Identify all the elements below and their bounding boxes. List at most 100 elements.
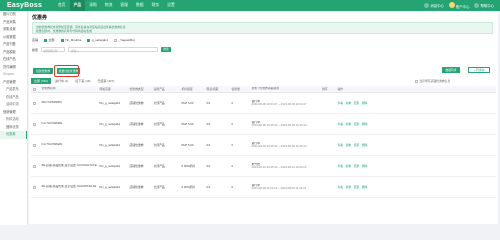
table-row: ZE-店铺-新品优惠-显示设置 COUOGHT3 FE PH_g_ueltwja… bbox=[31, 156, 496, 177]
nav-item-logistics[interactable]: 物流 bbox=[101, 0, 117, 11]
tab-upcoming[interactable]: 接下来 (16) bbox=[72, 78, 93, 84]
view-link[interactable]: 查看 bbox=[338, 143, 344, 147]
column-header: 限领/领取 bbox=[206, 87, 219, 91]
voucher-products: 全部产品 bbox=[153, 164, 165, 168]
avatar bbox=[448, 2, 455, 8]
view-link[interactable]: 查看 bbox=[338, 122, 344, 126]
row-checkbox[interactable] bbox=[31, 101, 40, 105]
voucher-limit: 0/1 bbox=[206, 185, 211, 189]
end-link[interactable]: 结束 bbox=[354, 185, 360, 189]
shop-option[interactable]: _Yaqaw0ftut bbox=[113, 38, 135, 42]
end-link[interactable]: 结束 bbox=[354, 122, 360, 126]
checkbox-unchecked-icon[interactable] bbox=[32, 101, 36, 105]
sidebar-item-collect-settings[interactable]: 采集设置 bbox=[0, 26, 27, 34]
voucher-type: 店铺优惠券 bbox=[129, 164, 144, 168]
notice-banner: 当前优惠券仅支持添加至店铺，同步后请在对应站点后台查看优惠券信息 批量创建时，优… bbox=[32, 22, 493, 34]
shop-option[interactable]: g_ueltwjab4 bbox=[87, 38, 108, 42]
checkbox-unchecked-icon[interactable] bbox=[113, 38, 117, 42]
status-period: 2023-08-08 11:23:22 ~ 2023-08-09 11:23:2… bbox=[251, 186, 307, 190]
copy-link[interactable]: 复制 bbox=[346, 101, 352, 105]
delete-link[interactable]: 删除 bbox=[362, 122, 368, 126]
voucher-value: PHP 5.00 bbox=[181, 143, 194, 147]
shop-option[interactable]: Tjit_Mnuhtia bbox=[60, 38, 81, 42]
row-checkbox[interactable] bbox=[31, 185, 40, 189]
sidebar-item-templates[interactable]: 产品模板 bbox=[0, 49, 27, 57]
view-link[interactable]: 查看 bbox=[338, 164, 344, 168]
voucher-type: 店铺优惠券 bbox=[129, 122, 144, 126]
sidebar-item-shopee-online[interactable]: 在线产品 bbox=[0, 94, 27, 102]
sync-data-button[interactable]: 数据同步 bbox=[442, 67, 460, 73]
search-button[interactable]: 搜索 bbox=[161, 47, 172, 52]
sidebar-item-product-management[interactable]: 产品管理 bbox=[0, 79, 27, 87]
nav-item-service[interactable]: 客服 bbox=[116, 0, 132, 11]
sidebar-item-online-products[interactable]: 在线产品 bbox=[0, 56, 27, 64]
status-period: 2023-08-08 16:45:22 ~ 2023-08-09 16:45:2… bbox=[251, 123, 307, 127]
checkbox-checked-icon[interactable] bbox=[44, 38, 48, 42]
tab-all[interactable]: 全部 (762) bbox=[31, 78, 51, 84]
delete-link[interactable]: 删除 bbox=[362, 185, 368, 189]
delete-link[interactable]: 删除 bbox=[362, 101, 368, 105]
checkbox-unchecked-icon[interactable] bbox=[32, 87, 36, 91]
checkbox-checked-icon[interactable] bbox=[87, 38, 91, 42]
syncing-button[interactable]: + 同步中 bbox=[468, 67, 490, 73]
sidebar-item-shipment[interactable]: 货件编辑 bbox=[0, 64, 27, 72]
checkbox-unchecked-icon[interactable] bbox=[32, 122, 36, 126]
checkbox-checked-icon[interactable] bbox=[60, 38, 64, 42]
nav-item-settings[interactable]: 设置 bbox=[163, 0, 179, 11]
search-field-select[interactable]: 优惠券名称 bbox=[41, 47, 66, 53]
voucher-limit: 0/1 bbox=[206, 101, 211, 105]
nav-item-home[interactable]: 首页 bbox=[54, 0, 70, 11]
delete-link[interactable]: 删除 bbox=[362, 164, 368, 168]
nav-item-data[interactable]: 数据 bbox=[132, 0, 148, 11]
sidebar-item-vouchers[interactable]: 优惠券 bbox=[0, 131, 27, 139]
voucher-status: 未开始 2023-08-10 16:45:22 ~ 2023-08-11 16:4… bbox=[250, 163, 312, 170]
checkbox-unchecked-icon[interactable] bbox=[32, 164, 36, 168]
checkbox-unchecked-icon[interactable] bbox=[32, 185, 36, 189]
tab-ended[interactable]: 已结束 (327) bbox=[95, 78, 118, 84]
copy-link[interactable]: 复制 bbox=[346, 164, 352, 168]
sidebar-item-bundle[interactable]: 捆绑优惠 bbox=[0, 124, 27, 132]
sidebar-item-traffic[interactable]: 活动引流 bbox=[0, 101, 27, 109]
account-link[interactable]: 账户中心 bbox=[448, 2, 469, 9]
select-all-cell[interactable] bbox=[31, 87, 40, 91]
view-link[interactable]: 查看 bbox=[338, 101, 344, 105]
app-logo[interactable]: EasyBoss bbox=[0, 2, 54, 9]
copy-link[interactable]: 复制 bbox=[346, 143, 352, 147]
sidebar-item-marketing[interactable]: 营销管理 bbox=[0, 109, 27, 117]
nav-item-finance[interactable]: 财务 bbox=[148, 0, 164, 11]
shop-option-all[interactable]: 全部 bbox=[44, 38, 55, 42]
help-link[interactable]: 帮助中心 bbox=[474, 3, 494, 9]
sidebar-item-discount[interactable]: 折扣活动 bbox=[0, 116, 27, 124]
checkbox-unchecked-icon[interactable] bbox=[415, 79, 418, 83]
voucher-used: 0 bbox=[231, 143, 234, 147]
create-voucher-button[interactable]: 创建优惠券 bbox=[33, 68, 53, 74]
search-input[interactable]: 请输入 bbox=[68, 47, 159, 53]
show-all-toggle[interactable]: 显示所有店铺优惠券信息 bbox=[415, 79, 450, 83]
voucher-status: 进行中 2023-08-08 11:23:22 ~ 2023-08-09 11:2… bbox=[250, 184, 312, 191]
end-link[interactable]: 结束 bbox=[354, 164, 360, 168]
nav-item-products[interactable]: 产品 bbox=[69, 0, 86, 11]
sidebar-item-listing[interactable]: 产品刊登 bbox=[0, 41, 27, 49]
delete-link[interactable]: 删除 bbox=[362, 143, 368, 147]
copy-link[interactable]: 复制 bbox=[346, 122, 352, 126]
voucher-value: PHP 5.00 bbox=[181, 122, 194, 126]
nav-item-purchase[interactable]: 采购 bbox=[85, 0, 101, 11]
sidebar-item-collect[interactable]: 产品采集 bbox=[0, 19, 27, 27]
end-link[interactable]: 结束 bbox=[354, 143, 360, 147]
checkbox-unchecked-icon[interactable] bbox=[32, 143, 36, 147]
notice-link[interactable]: 消息中心 bbox=[424, 3, 444, 9]
view-link[interactable]: 查看 bbox=[338, 185, 344, 189]
tab-ongoing[interactable]: 进行中 (1) bbox=[52, 78, 72, 84]
table-row: ZEr7JJOWNRM PH_g_ueltwjab4 店铺优惠券 全部产品 PH… bbox=[31, 93, 496, 114]
help-icon bbox=[474, 3, 480, 9]
sidebar-item-public-data[interactable]: 公用数据 bbox=[0, 34, 27, 42]
end-link[interactable]: 结束 bbox=[354, 101, 360, 105]
sidebar-item-image-archive[interactable]: 图片归档 bbox=[0, 11, 27, 19]
voucher-table: 优惠券名称 所属店铺 优惠券类型 适用产品 折扣额度 限领/领取 使用量 状态 … bbox=[31, 86, 496, 198]
row-checkbox[interactable] bbox=[31, 122, 40, 126]
row-checkbox[interactable] bbox=[31, 164, 40, 168]
copy-link[interactable]: 复制 bbox=[346, 185, 352, 189]
voucher-value: 5.00%折扣 bbox=[181, 185, 196, 189]
sidebar-item-product-publish[interactable]: 产品发布 bbox=[0, 86, 27, 94]
row-checkbox[interactable] bbox=[31, 143, 40, 147]
